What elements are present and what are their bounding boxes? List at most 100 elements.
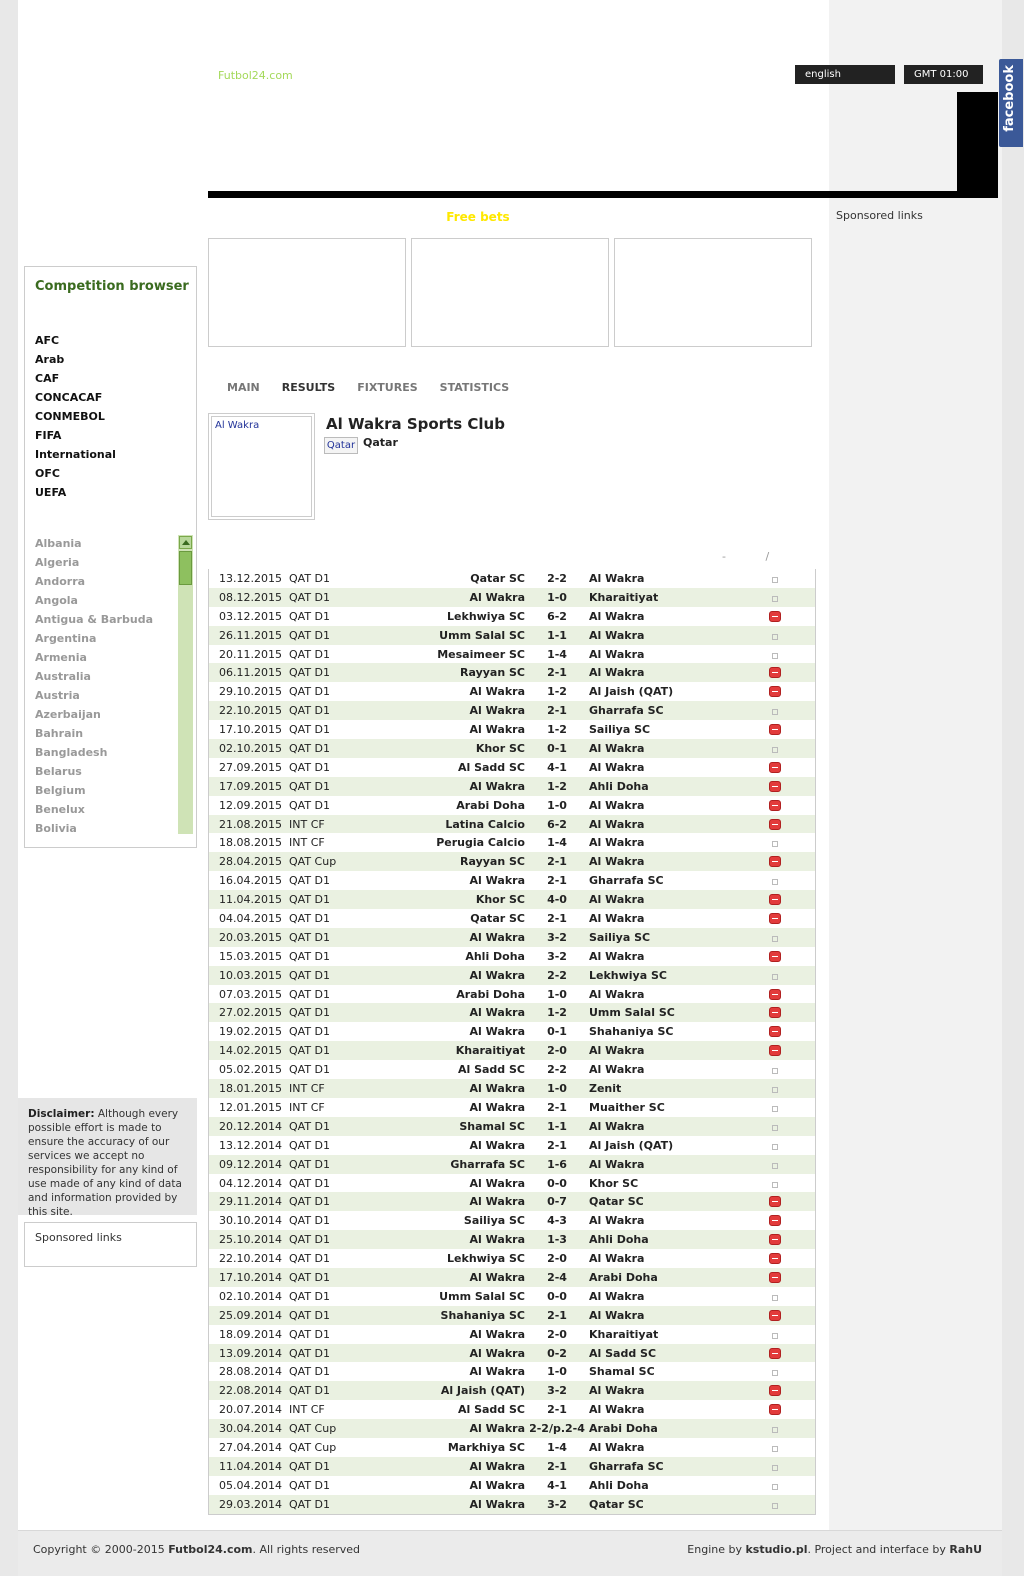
country-item[interactable]: Belgium [35,784,153,803]
result-row[interactable]: 20.11.2015 QAT D1 Mesaimeer SC 1-4 Al Wakra [209,645,815,664]
result-home-team[interactable]: Markhiya SC [448,1441,525,1454]
details-icon[interactable] [769,1064,778,1077]
details-red-icon[interactable] [769,780,781,795]
country-item[interactable]: Bangladesh [35,746,153,765]
country-item[interactable]: Algeria [35,556,153,575]
result-row[interactable]: 07.03.2015 QAT D1 Arabi Doha 1-0 Al Wakra [209,985,815,1004]
result-away-team[interactable]: Kharaitiyat [589,591,658,604]
result-score[interactable]: 4-1 [527,1479,587,1492]
result-score[interactable]: 2-2 [527,572,587,585]
result-home-team[interactable]: Al Wakra [470,1460,525,1473]
result-row[interactable]: 20.03.2015 QAT D1 Al Wakra 3-2 Sailiya SC [209,927,815,947]
result-away-team[interactable]: Lekhwiya SC [589,969,667,982]
result-home-team[interactable]: Al Wakra [470,1365,525,1378]
details-red-icon[interactable] [769,667,781,681]
result-score[interactable]: 2-1 [527,855,587,868]
details-icon[interactable] [769,1442,778,1455]
facebook-tab[interactable]: facebook [999,59,1023,147]
result-home-team[interactable]: Perugia Calcio [436,836,525,849]
result-row[interactable]: 04.04.2015 QAT D1 Qatar SC 2-1 Al Wakra [209,909,815,928]
result-row[interactable]: 28.08.2014 QAT D1 Al Wakra 1-0 Shamal SC [209,1362,815,1381]
result-score[interactable]: 6-2 [527,610,587,623]
tab-statistics[interactable]: STATISTICS [440,381,510,394]
result-score[interactable]: 3-2 [527,1384,587,1397]
details-red-icon[interactable] [769,1253,781,1267]
details-red-icon[interactable] [769,1404,781,1418]
result-home-team[interactable]: Al Wakra [470,1082,525,1095]
result-score[interactable]: 1-2 [527,685,587,698]
details-red-icon[interactable] [769,799,781,814]
result-row[interactable]: 13.12.2014 QAT D1 Al Wakra 2-1 Al Jaish (QAT… [209,1136,815,1155]
result-home-team[interactable]: Al Wakra [470,780,525,793]
details-red-icon[interactable] [769,610,781,625]
details-icon[interactable] [769,1140,778,1153]
result-away-team[interactable]: Sailiya SC [589,723,650,736]
result-row[interactable]: 15.03.2015 QAT D1 Ahli Doha 3-2 Al Wakra [209,947,815,966]
result-row[interactable]: 03.12.2015 QAT D1 Lekhwiya SC 6-2 Al Wakra [209,607,815,626]
result-away-team[interactable]: Al Wakra [589,1309,644,1322]
ad-box-3[interactable] [614,238,812,347]
details-icon[interactable] [769,743,778,756]
result-score[interactable]: 2-1 [527,1139,587,1152]
result-row[interactable]: 29.03.2014 QAT D1 Al Wakra 3-2 Qatar SC [209,1494,815,1514]
result-row[interactable]: 04.12.2014 QAT D1 Al Wakra 0-0 Khor SC [209,1174,815,1193]
result-score[interactable]: 3-2 [527,931,587,944]
result-score[interactable]: 2-1 [527,1403,587,1416]
result-row[interactable]: 17.10.2015 QAT D1 Al Wakra 1-2 Sailiya SC [209,720,815,739]
confederation-item[interactable]: AFC [35,334,116,353]
confederation-item[interactable]: CAF [35,372,116,391]
result-row[interactable]: 14.02.2015 QAT D1 Kharaitiyat 2-0 Al Wakra [209,1041,815,1061]
result-home-team[interactable]: Arabi Doha [456,799,525,812]
confederation-item[interactable]: CONCACAF [35,391,116,410]
details-icon[interactable] [769,705,778,718]
details-icon[interactable] [769,1159,778,1172]
result-row[interactable]: 19.02.2015 QAT D1 Al Wakra 0-1 Shahaniya SC [209,1022,815,1041]
scroll-thumb[interactable] [179,551,192,585]
result-score[interactable]: 2-2 [527,1063,587,1076]
engine-link[interactable]: kstudio.pl [745,1543,807,1556]
result-score[interactable]: 0-1 [527,742,587,755]
result-row[interactable]: 30.10.2014 QAT D1 Sailiya SC 4-3 Al Wakra [209,1211,815,1230]
details-red-icon[interactable] [769,856,781,870]
country-item[interactable]: Austria [35,689,153,708]
details-red-icon[interactable] [769,1271,781,1286]
result-away-team[interactable]: Qatar SC [589,1498,644,1511]
result-score[interactable]: 1-0 [527,988,587,1001]
details-icon[interactable] [769,1423,778,1436]
country-item[interactable]: Australia [35,670,153,689]
result-home-team[interactable]: Al Sadd SC [458,1403,525,1416]
language-selector[interactable]: english [795,65,895,84]
result-away-team[interactable]: Al Sadd SC [589,1347,656,1360]
timezone-selector[interactable]: GMT 01:00 [904,65,983,84]
result-row[interactable]: 20.07.2014 INT CF Al Sadd SC 2-1 Al Wakra [209,1400,815,1419]
result-home-team[interactable]: Al Wakra [470,1233,525,1246]
result-score[interactable]: 1-1 [527,629,587,642]
result-score[interactable]: 2-1 [527,1460,587,1473]
country-item[interactable]: Benelux [35,803,153,822]
ad-box-2[interactable] [411,238,609,347]
result-row[interactable]: 21.08.2015 INT CF Latina Calcio 6-2 Al Wakra [209,814,815,834]
result-score[interactable]: 3-2 [527,1498,587,1511]
result-home-team[interactable]: Al Wakra [470,1139,525,1152]
result-away-team[interactable]: Gharrafa SC [589,1460,664,1473]
details-icon[interactable] [769,1366,778,1379]
details-icon[interactable] [769,1102,778,1115]
details-red-icon[interactable] [769,1347,781,1362]
country-item[interactable]: Bahrain [35,727,153,746]
details-icon[interactable] [769,1083,778,1096]
results-pagination[interactable]: - / [722,550,787,563]
result-away-team[interactable]: Al Wakra [589,666,644,679]
result-row[interactable]: 11.04.2015 QAT D1 Khor SC 4-0 Al Wakra [209,890,815,910]
result-home-team[interactable]: Rayyan SC [460,666,525,679]
result-away-team[interactable]: Al Wakra [589,1214,644,1227]
country-item[interactable]: Bolivia [35,822,153,841]
details-icon[interactable] [769,837,778,850]
result-row[interactable]: 18.01.2015 INT CF Al Wakra 1-0 Zenit [209,1079,815,1098]
result-score[interactable]: 1-4 [527,836,587,849]
details-icon[interactable] [769,1121,778,1134]
tab-results[interactable]: RESULTS [282,381,335,394]
result-away-team[interactable]: Ahli Doha [589,780,649,793]
result-away-team[interactable]: Al Wakra [589,742,644,755]
confederation-item[interactable]: Arab [35,353,116,372]
details-red-icon[interactable] [769,1215,781,1229]
